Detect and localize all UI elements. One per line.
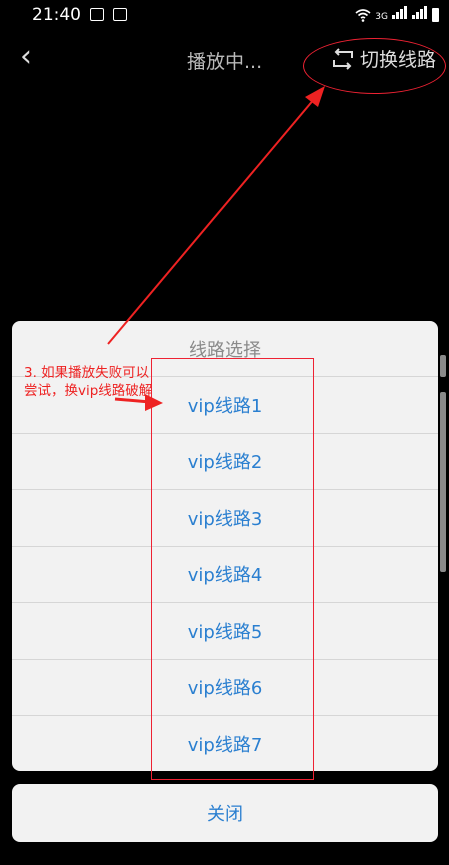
wifi-icon — [355, 9, 371, 22]
route-option-5[interactable]: vip线路5 — [12, 603, 438, 660]
gallery-icon — [90, 8, 104, 21]
route-option-2[interactable]: vip线路2 — [12, 434, 438, 490]
app-notification-icon — [113, 8, 127, 21]
route-option-6[interactable]: vip线路6 — [12, 660, 438, 716]
close-button[interactable]: 关闭 — [12, 784, 438, 842]
back-icon[interactable]: ‹ — [20, 42, 32, 72]
annotation-ellipse — [303, 38, 446, 94]
status-indicators: 3G — [355, 6, 439, 22]
status-bar: 21:40 3G — [0, 0, 449, 30]
signal-icon-2 — [412, 6, 428, 22]
page-title: 播放中... — [187, 51, 263, 73]
annotation-text: 3. 如果播放失败可以尝试，换vip线路破解 — [24, 365, 153, 399]
status-time: 21:40 — [32, 5, 81, 25]
network-type: 3G — [375, 12, 388, 22]
background-edge-2 — [440, 392, 446, 572]
signal-icon — [392, 6, 408, 22]
background-edge — [440, 355, 446, 377]
route-option-4[interactable]: vip线路4 — [12, 547, 438, 603]
battery-icon — [432, 8, 439, 22]
route-option-3[interactable]: vip线路3 — [12, 490, 438, 547]
route-option-7[interactable]: vip线路7 — [12, 716, 438, 771]
